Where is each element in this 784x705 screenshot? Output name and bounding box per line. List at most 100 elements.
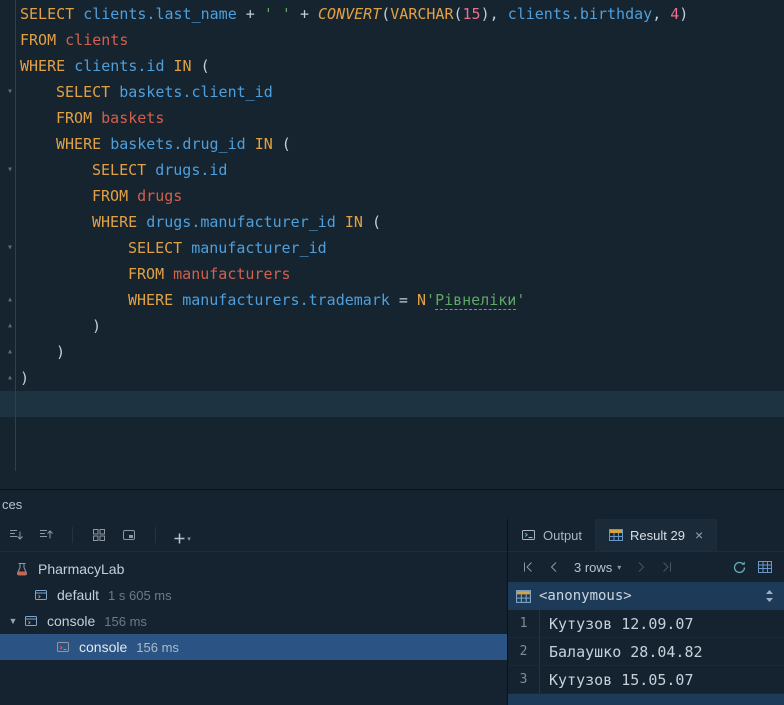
fold-down-icon[interactable]: ▾ xyxy=(0,79,20,105)
token-pl: ) xyxy=(679,5,689,23)
code-line-text: SELECT baskets.client_id xyxy=(20,79,273,105)
gutter-cell xyxy=(0,391,20,417)
refresh-icon[interactable] xyxy=(729,557,749,577)
table-icon xyxy=(516,589,531,603)
code-line[interactable]: FROM manufacturers xyxy=(0,261,784,287)
last-page-button[interactable] xyxy=(657,557,677,577)
tab-label: Result 29 xyxy=(630,527,685,543)
code-line-text: SELECT manufacturer_id xyxy=(20,235,327,261)
code-line[interactable]: FROM drugs xyxy=(0,183,784,209)
tree-row[interactable]: default 1 s 605 ms xyxy=(0,582,507,608)
token-num: 4 xyxy=(670,5,680,23)
group-by-icon[interactable] xyxy=(89,525,109,545)
page-size-button[interactable]: 3 rows ▾ xyxy=(570,560,625,575)
sort-icon[interactable] xyxy=(765,589,774,603)
token-id: drugs.id xyxy=(155,161,228,179)
code-area: SELECT clients.last_name + ' ' + CONVERT… xyxy=(0,0,784,417)
tab-result[interactable]: Result 29 × xyxy=(596,519,718,551)
fold-down-icon[interactable]: ▾ xyxy=(0,157,20,183)
token-pl: + xyxy=(290,5,319,23)
tree-item-time: 156 ms xyxy=(104,613,147,629)
row-value[interactable]: Кутузов 15.05.07 xyxy=(540,666,694,693)
result-row[interactable]: 2 Балаушко 28.04.82 xyxy=(508,638,784,666)
token-str: ' xyxy=(516,291,526,309)
results-tabs: Output Result 29 × xyxy=(508,519,784,552)
first-page-button[interactable] xyxy=(518,557,538,577)
token-tbl: manufacturers xyxy=(173,265,291,283)
code-line-text: WHERE clients.id IN ( xyxy=(20,53,210,79)
result-grid-header[interactable]: <anonymous> xyxy=(508,582,784,610)
horizontal-scrollbar[interactable] xyxy=(508,694,784,705)
row-value[interactable]: Балаушко 28.04.82 xyxy=(540,638,703,665)
tree-item-time: 1 s 605 ms xyxy=(108,587,172,603)
tree-row[interactable]: PharmacyLab xyxy=(0,556,507,582)
token-kw: IN xyxy=(254,135,273,153)
code-line[interactable]: ▾ SELECT baskets.client_id xyxy=(0,79,784,105)
code-line-text: ) xyxy=(20,339,65,365)
result-row[interactable]: 1 Кутузов 12.09.07 xyxy=(508,610,784,638)
code-line-text: FROM clients xyxy=(20,27,128,53)
token-pl: ( xyxy=(453,5,463,23)
tab-output[interactable]: Output xyxy=(508,519,597,551)
fold-up-icon[interactable]: ▴ xyxy=(0,313,20,339)
task-icon xyxy=(33,587,49,603)
table-view-icon[interactable] xyxy=(755,557,775,577)
sql-editor[interactable]: SELECT clients.last_name + ' ' + CONVERT… xyxy=(0,0,784,489)
add-service-button[interactable]: ▾ xyxy=(172,525,192,545)
output-icon xyxy=(521,528,536,542)
caret-line[interactable] xyxy=(0,391,784,417)
previous-page-button[interactable] xyxy=(544,557,564,577)
token-kw: SELECT xyxy=(20,5,75,23)
token-id: manufacturer_id xyxy=(191,239,327,257)
token-num: 15 xyxy=(462,5,481,23)
code-line[interactable]: WHERE clients.id IN ( xyxy=(0,53,784,79)
gutter-cell xyxy=(0,261,20,287)
chevron-down-icon: ▾ xyxy=(187,536,191,543)
code-line[interactable]: ▾ SELECT manufacturer_id xyxy=(0,235,784,261)
code-line[interactable]: ▴ WHERE manufacturers.trademark = N'Рівне… xyxy=(0,287,784,313)
collapse-all-icon[interactable] xyxy=(36,525,56,545)
fold-up-icon[interactable]: ▴ xyxy=(0,339,20,365)
code-line[interactable]: FROM clients xyxy=(0,27,784,53)
token-id: baskets.client_id xyxy=(119,83,273,101)
code-line[interactable]: ▴) xyxy=(0,365,784,391)
tree-expand-icon[interactable]: ▼ xyxy=(6,616,20,626)
code-line[interactable]: SELECT clients.last_name + ' ' + CONVERT… xyxy=(0,1,784,27)
fold-up-icon[interactable]: ▴ xyxy=(0,287,20,313)
token-kw: WHERE xyxy=(128,291,174,309)
tree-row[interactable]: console 156 ms xyxy=(0,634,507,660)
token-pl: = xyxy=(389,291,417,309)
code-line[interactable]: WHERE baskets.drug_id IN ( xyxy=(0,131,784,157)
toolbar-separator xyxy=(72,527,73,543)
token-id: drugs.manufacturer_id xyxy=(146,213,336,231)
close-icon[interactable]: × xyxy=(695,528,703,542)
services-tree: PharmacyLab default 1 s 605 ms ▼ console 156 … xyxy=(0,552,507,705)
session-icon xyxy=(14,561,30,577)
token-kw: IN xyxy=(344,213,363,231)
code-line[interactable]: FROM baskets xyxy=(0,105,784,131)
token-id: clients.birthday xyxy=(507,5,653,23)
next-page-button[interactable] xyxy=(631,557,651,577)
code-line[interactable]: WHERE drugs.manufacturer_id IN ( xyxy=(0,209,784,235)
token-str: ' ' xyxy=(263,5,291,23)
fold-down-icon[interactable]: ▾ xyxy=(0,235,20,261)
result-row[interactable]: 3 Кутузов 15.05.07 xyxy=(508,666,784,694)
token-id: clients.id xyxy=(74,57,165,75)
view-options-icon[interactable] xyxy=(119,525,139,545)
code-line[interactable]: ▾ SELECT drugs.id xyxy=(0,157,784,183)
token-kw: FROM xyxy=(20,31,57,49)
code-line[interactable]: ▴) xyxy=(0,313,784,339)
token-pl: ) xyxy=(20,369,30,387)
services-tool-window: ces ▾ PharmacyLab default 1 s 605 ms ▼ c… xyxy=(0,489,784,705)
expand-all-icon[interactable] xyxy=(6,525,26,545)
tree-row[interactable]: ▼ console 156 ms xyxy=(0,608,507,634)
fold-up-icon[interactable]: ▴ xyxy=(0,365,20,391)
code-line[interactable]: ▴) xyxy=(0,339,784,365)
row-value[interactable]: Кутузов 12.09.07 xyxy=(540,610,694,637)
